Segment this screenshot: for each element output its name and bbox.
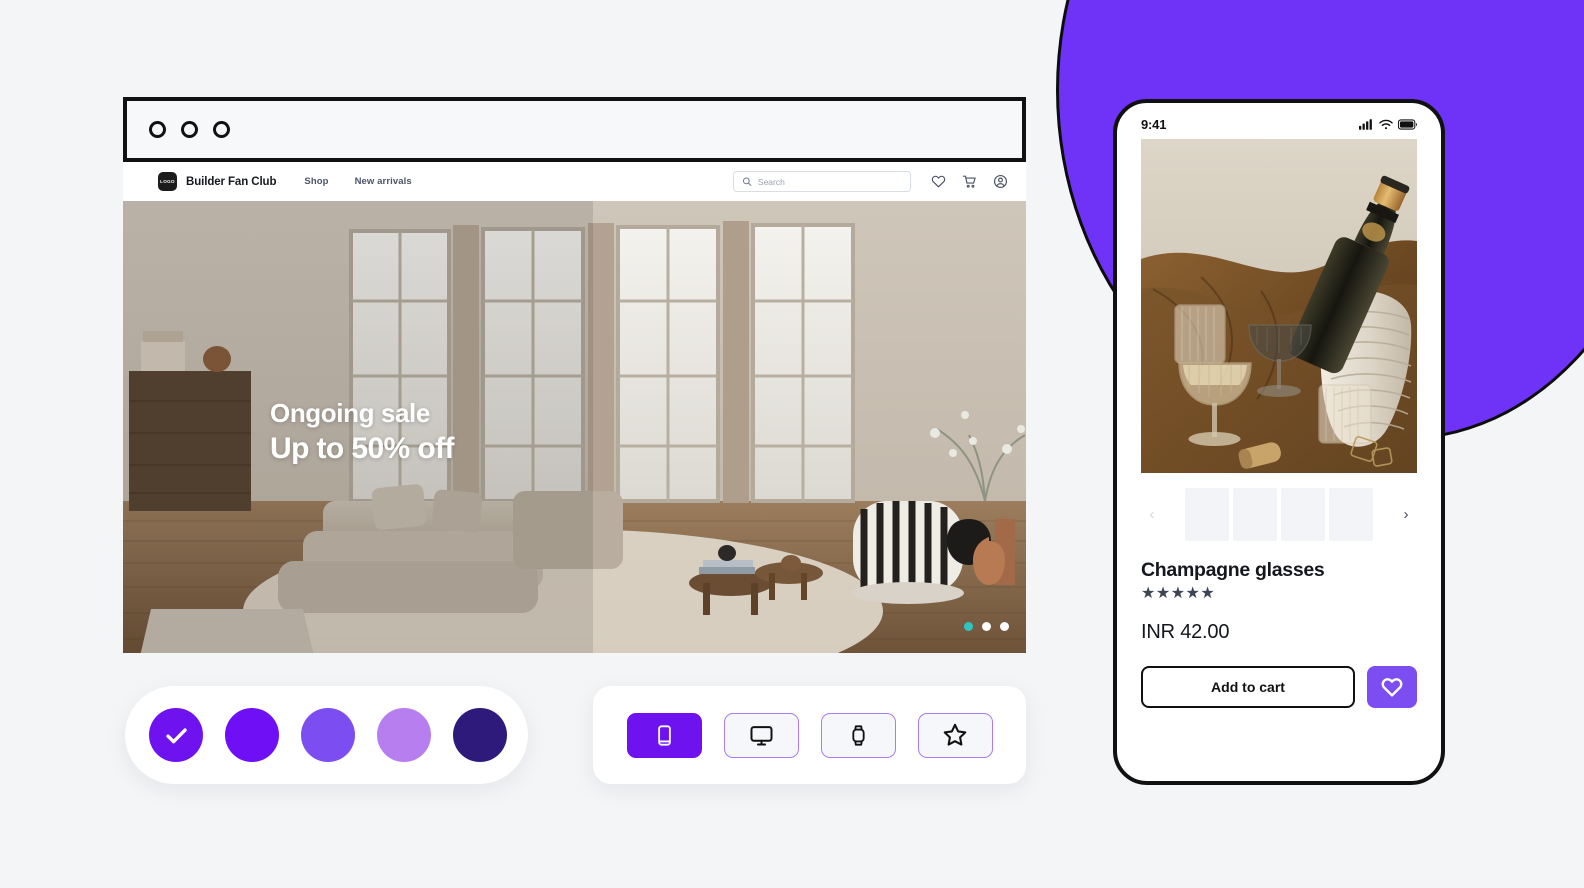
color-swatch-2[interactable] xyxy=(225,708,279,762)
browser-window: LOGO Builder Fan Club Shop New arrivals xyxy=(123,97,1026,653)
cellular-signal-icon xyxy=(1359,118,1372,130)
carousel-dot-2[interactable] xyxy=(982,622,991,631)
product-actions: Add to cart xyxy=(1141,666,1417,708)
check-icon xyxy=(165,727,187,743)
product-title: Champagne glasses xyxy=(1141,559,1325,581)
watch-icon xyxy=(851,724,865,746)
battery-icon xyxy=(1398,118,1417,130)
product-photo xyxy=(1141,139,1417,473)
search-icon xyxy=(742,177,752,186)
desktop-icon xyxy=(750,725,772,745)
phone-status-bar: 9:41 xyxy=(1141,103,1417,139)
search-input[interactable] xyxy=(757,176,902,187)
carousel-dot-3[interactable] xyxy=(1000,622,1009,631)
hero-carousel-dots xyxy=(964,622,1009,631)
hero-banner: Ongoing sale Up to 50% off xyxy=(123,201,1026,653)
add-to-cart-button[interactable]: Add to cart xyxy=(1141,666,1355,708)
site-navbar: LOGO Builder Fan Club Shop New arrivals xyxy=(123,162,1026,201)
search-box[interactable] xyxy=(733,171,911,192)
device-button-desktop[interactable] xyxy=(723,712,799,758)
device-button-watch[interactable] xyxy=(820,712,896,758)
browser-viewport: LOGO Builder Fan Club Shop New arrivals xyxy=(123,162,1026,653)
device-button-mobile[interactable] xyxy=(626,712,702,758)
nav-link-shop[interactable]: Shop xyxy=(304,176,328,187)
nav-link-new-arrivals[interactable]: New arrivals xyxy=(355,176,412,187)
hero-copy: Ongoing sale Up to 50% off xyxy=(270,397,454,467)
thumbnail-2[interactable] xyxy=(1233,487,1277,541)
product-image xyxy=(1141,139,1417,473)
mobile-icon xyxy=(657,724,671,746)
brand[interactable]: LOGO Builder Fan Club xyxy=(158,172,277,191)
hero-image xyxy=(123,201,1026,653)
screenshot-root: LOGO Builder Fan Club Shop New arrivals xyxy=(0,0,1584,888)
color-swatch-1[interactable] xyxy=(149,708,203,762)
thumbnail-3[interactable] xyxy=(1281,487,1325,541)
thumbnail-1[interactable] xyxy=(1185,487,1229,541)
browser-title-bar xyxy=(123,97,1026,162)
hero-headline: Ongoing sale xyxy=(270,398,430,428)
traffic-light-minimize-icon[interactable] xyxy=(181,121,198,138)
phone-mockup: 9:41 ‹ › Champagne glasses ★★★★★ INR 42.… xyxy=(1113,99,1445,785)
traffic-light-maximize-icon[interactable] xyxy=(213,121,230,138)
carousel-dot-1[interactable] xyxy=(964,622,973,631)
product-rating: ★★★★★ xyxy=(1141,585,1216,602)
device-button-favorite[interactable] xyxy=(917,712,993,758)
logo-icon: LOGO xyxy=(158,172,177,191)
status-icons xyxy=(1359,118,1417,130)
navbar-icons xyxy=(931,174,1008,189)
wifi-icon xyxy=(1379,119,1393,129)
color-swatch-4[interactable] xyxy=(377,708,431,762)
nav-links: Shop New arrivals xyxy=(304,176,411,187)
color-swatch-card xyxy=(125,686,528,784)
favorite-button[interactable] xyxy=(1367,666,1417,708)
hero-subheadline: Up to 50% off xyxy=(270,432,454,466)
thumbnail-list xyxy=(1185,487,1373,541)
cart-icon[interactable] xyxy=(962,174,977,189)
navbar-right xyxy=(733,171,1008,192)
account-icon[interactable] xyxy=(993,174,1008,189)
thumbnail-4[interactable] xyxy=(1329,487,1373,541)
color-swatch-5[interactable] xyxy=(453,708,507,762)
heart-icon[interactable] xyxy=(931,174,946,189)
thumbnail-carousel: ‹ › xyxy=(1141,487,1417,541)
thumbnail-prev-button[interactable]: ‹ xyxy=(1141,507,1163,522)
traffic-light-close-icon[interactable] xyxy=(149,121,166,138)
heart-icon xyxy=(1381,678,1403,697)
device-selector-card xyxy=(593,686,1026,784)
status-time: 9:41 xyxy=(1141,116,1167,132)
thumbnail-next-button[interactable]: › xyxy=(1395,507,1417,522)
product-price: INR 42.00 xyxy=(1141,621,1230,643)
brand-name: Builder Fan Club xyxy=(186,175,277,188)
color-swatch-3[interactable] xyxy=(301,708,355,762)
star-icon xyxy=(943,723,967,746)
